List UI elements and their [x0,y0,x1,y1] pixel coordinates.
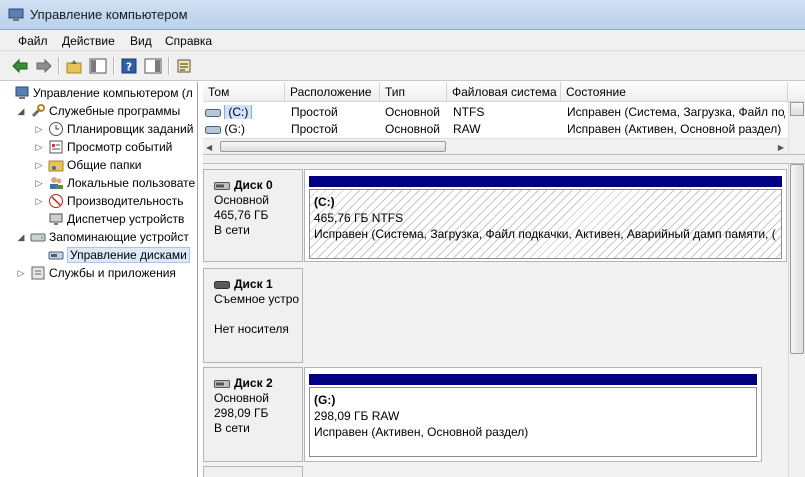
disk-map-vscrollbar[interactable] [788,164,805,477]
help-icon: ? [121,58,137,74]
navigation-tree: Управление компьютером (л ◢ Служебные пр… [0,82,198,477]
volume-icon [205,125,221,134]
menu-file[interactable]: Файл [18,34,48,48]
volume-list-vscrollbar[interactable] [788,102,805,154]
computer-management-icon [14,85,30,101]
volume-list-header: Том Расположение Тип Файловая система Со… [203,82,805,102]
partition-header-bar [309,374,757,385]
shared-folder-icon [48,157,64,173]
action-pane-icon [144,58,162,74]
tree-item-services[interactable]: ▷ Службы и приложения [16,264,176,282]
disk-2-label[interactable]: Диск 2 Основной 298,09 ГБ В сети [203,367,303,462]
device-manager-icon [48,211,64,227]
performance-icon [48,193,64,209]
window-title: Управление компьютером [30,7,188,22]
column-header-type[interactable]: Тип [380,82,447,102]
tree-item-system-tools[interactable]: ◢ Служебные программы [16,102,180,120]
up-folder-button[interactable] [64,56,84,76]
menu-help[interactable]: Справка [165,34,212,48]
tree-item-device-manager[interactable]: Диспетчер устройств [34,210,184,228]
show-hide-tree-button[interactable] [88,56,108,76]
users-icon [48,175,64,191]
scroll-right-icon[interactable]: ▶ [778,143,784,152]
back-button[interactable] [10,56,30,76]
menu-view[interactable]: Вид [130,34,152,48]
disk-map: Диск 0 Основной 465,76 ГБ В сети (C:) 46… [203,164,805,477]
disk-1-label[interactable]: Диск 1 Съемное устро Нет носителя [203,268,303,363]
action-pane-button[interactable] [143,56,163,76]
partition-header-bar [309,176,782,187]
partition-g[interactable]: (G:) 298,09 ГБ RAW Исправен (Активен, Ос… [309,387,757,457]
tree-item-event-viewer[interactable]: ▷ Просмотр событий [34,138,173,156]
tree-item-performance[interactable]: ▷ Производительность [34,192,183,210]
expand-icon[interactable]: ▷ [34,124,44,135]
collapse-icon[interactable]: ◢ [16,106,26,117]
help-button[interactable]: ? [119,56,139,76]
toolbar: ? [0,51,805,81]
column-header-status[interactable]: Состояние [561,82,788,102]
back-arrow-icon [12,59,28,73]
tree-item-local-users[interactable]: ▷ Локальные пользовате [34,174,196,192]
disk-0-label[interactable]: Диск 0 Основной 465,76 ГБ В сети [203,169,303,262]
column-header-volume[interactable]: Том [203,82,285,102]
properties-button[interactable] [174,56,194,76]
tree-label: Управление компьютером (л [33,86,193,100]
disk-1-partitions [304,268,787,363]
tree-item-storage[interactable]: ◢ Запоминающие устройст [16,228,189,246]
tools-icon [30,103,46,119]
disk-3-label[interactable] [203,466,303,477]
column-header-filesystem[interactable]: Файловая система [447,82,561,102]
folder-up-icon [66,60,82,74]
collapse-icon[interactable]: ◢ [16,232,26,243]
menu-action[interactable]: Действие [62,34,115,48]
forward-button[interactable] [34,56,54,76]
expand-icon[interactable]: ▷ [34,178,44,189]
scroll-thumb[interactable] [790,164,804,354]
services-icon [30,265,46,281]
partition-c[interactable]: (C:) 465,76 ГБ NTFS Исправен (Система, З… [309,189,782,259]
expand-icon[interactable]: ▷ [34,160,44,171]
expand-icon[interactable]: ▷ [34,142,44,153]
disk-2-partitions: (G:) 298,09 ГБ RAW Исправен (Активен, Ос… [304,367,762,462]
disk-icon [214,181,230,190]
console-tree-icon [89,58,107,74]
volume-row-c[interactable]: (C:) Простой Основной NTFS Исправен (Сис… [203,103,805,120]
event-viewer-icon [48,139,64,155]
scroll-thumb[interactable] [790,102,804,116]
scroll-thumb[interactable] [220,141,446,152]
volume-icon [205,108,221,117]
disk-management-icon [48,247,64,263]
column-header-layout[interactable]: Расположение [285,82,380,102]
disk-icon [214,379,230,388]
expand-icon[interactable]: ▷ [16,268,26,279]
title-bar: Управление компьютером [0,0,805,30]
svg-text:?: ? [126,61,132,74]
properties-icon [177,59,191,73]
tree-item-root[interactable]: Управление компьютером (л [0,84,193,102]
tree-item-task-scheduler[interactable]: ▷ Планировщик заданий [34,120,193,138]
computer-management-icon [8,8,24,21]
storage-icon [30,229,46,245]
tree-item-shared-folders[interactable]: ▷ Общие папки [34,156,142,174]
volume-list: Том Расположение Тип Файловая система Со… [203,82,805,154]
removable-disk-icon [214,280,230,289]
pane-splitter[interactable] [203,154,805,164]
forward-arrow-icon [36,59,52,73]
volume-list-hscrollbar[interactable]: ◀ ▶ [203,138,788,154]
disk-0-partitions: (C:) 465,76 ГБ NTFS Исправен (Система, З… [304,169,787,262]
tree-item-disk-management[interactable]: Управление дисками [34,246,190,264]
expand-icon[interactable]: ▷ [34,196,44,207]
scroll-left-icon[interactable]: ◀ [206,143,212,152]
volume-row-g[interactable]: (G:) Простой Основной RAW Исправен (Акти… [203,120,805,137]
menu-bar: Файл Действие Вид Справка [0,30,805,51]
clock-icon [48,121,64,137]
